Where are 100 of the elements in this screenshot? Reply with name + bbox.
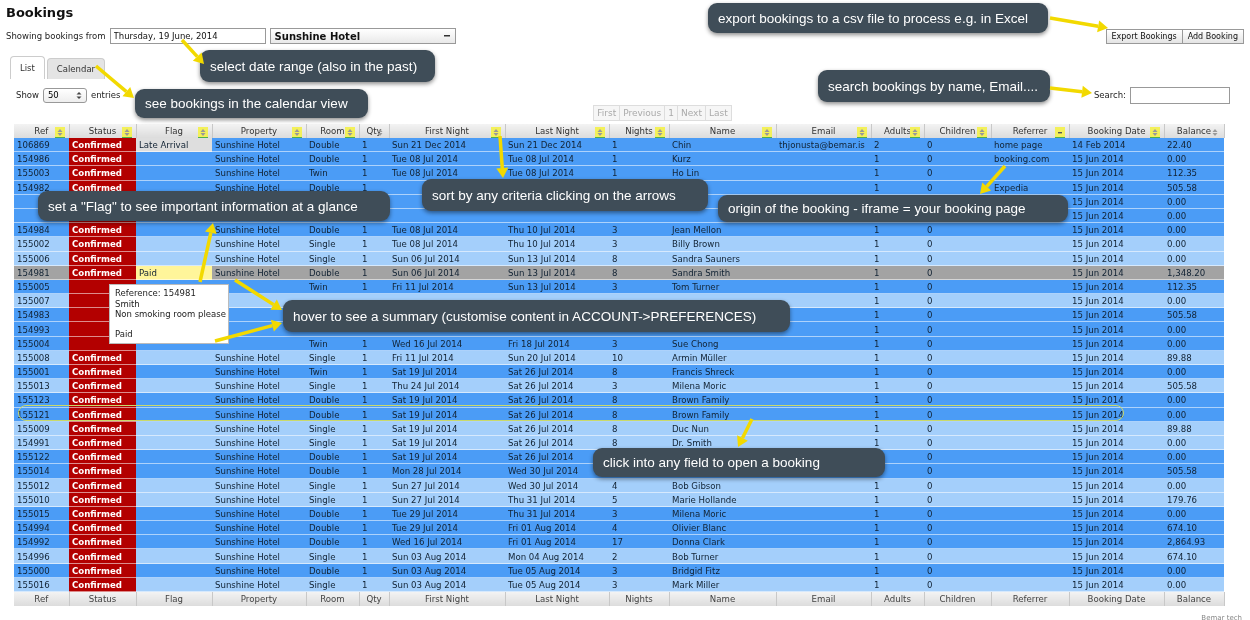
tab[interactable]: Calendar	[46, 58, 106, 79]
sort-icon[interactable]	[909, 127, 920, 138]
table-cell: 0	[924, 563, 991, 578]
column-footer: Booking Date	[1069, 592, 1164, 606]
table-cell: 15 Jun 2014	[1069, 492, 1164, 507]
table-row[interactable]: 154986 Confirmed Sunshine Hotel Double 1 Tue 08 Jul 2014 Tue 08 Jul 2014 1 Kurz 1 0 booking.com 15 Jun 2014 0.00	[14, 152, 1224, 167]
table-cell: Double	[306, 138, 359, 153]
column-header[interactable]: Email	[776, 124, 871, 138]
table-cell: 15 Jun 2014	[1069, 180, 1164, 195]
table-cell: 0.00	[1164, 577, 1224, 592]
table-cell: 8	[609, 251, 669, 266]
table-cell: 15 Jun 2014	[1069, 237, 1164, 252]
annotation-tooltip: set a "Flag" to see important information at a glance	[38, 191, 390, 221]
column-header[interactable]: First Night	[389, 124, 505, 138]
table-cell: Sunshine Hotel	[212, 506, 306, 522]
table-cell: Armin Müller	[669, 350, 776, 365]
table-row[interactable]: 155001 Confirmed Sunshine Hotel Twin 1 Sat 19 Jul 2014 Sat 26 Jul 2014 8 Francis Shreck 1 0 15 Jun 2014 0.00	[14, 365, 1224, 380]
table-row[interactable]: 155002 Confirmed Sunshine Hotel Single 1 Tue 08 Jul 2014 Thu 10 Jul 2014 3 Billy Brown 1 0 15 Jun 2014 0.00	[14, 237, 1224, 252]
column-header[interactable]: Adults	[871, 124, 924, 138]
table-cell: 0.00	[1164, 237, 1224, 252]
table-cell: 15 Jun 2014	[1069, 435, 1164, 451]
table-cell: 3	[609, 237, 669, 252]
table-cell: Sunshine Hotel	[212, 393, 306, 408]
search-field[interactable]	[1130, 86, 1230, 104]
table-cell: Sun 27 Jul 2014	[389, 492, 505, 507]
table-cell: Double	[306, 393, 359, 408]
sort-icon[interactable]	[1054, 127, 1065, 138]
column-header[interactable]: Ref	[14, 124, 69, 138]
column-footer: Last Night	[505, 592, 609, 606]
table-cell: Single	[306, 251, 359, 266]
property-select[interactable]: Sunshine Hotel	[269, 28, 456, 44]
table-cell: 0.00	[1164, 336, 1224, 351]
table-cell: Sun 21 Dec 2014	[505, 138, 609, 153]
table-row[interactable]: 154984 Confirmed Sunshine Hotel Double 1 Tue 08 Jul 2014 Thu 10 Jul 2014 3 Jean Mellon 1 0 15 Jun 2014 0.00	[14, 223, 1224, 238]
tooltip-line: Paid	[115, 328, 134, 339]
table-cell: 15 Jun 2014	[1069, 535, 1164, 550]
table-cell: Sunshine Hotel	[212, 166, 306, 181]
table-cell: 1	[871, 237, 924, 252]
table-cell: Tue 08 Jul 2014	[505, 152, 609, 167]
table-cell: Mon 28 Jul 2014	[389, 464, 505, 479]
table-cell: 8	[609, 265, 669, 280]
column-header[interactable]: Referrer	[991, 124, 1069, 138]
action-button[interactable]: Export Bookings	[1105, 28, 1183, 44]
table-cell: 0	[924, 322, 991, 337]
table-cell: Donna Clark	[669, 535, 776, 550]
table-cell: 15 Jun 2014	[1069, 294, 1164, 309]
table-cell: Sunshine Hotel	[212, 464, 306, 479]
table-cell: 14 Feb 2014	[1069, 138, 1164, 153]
column-header[interactable]: Flag	[136, 124, 212, 138]
table-cell: Sunshine Hotel	[212, 492, 306, 507]
column-header[interactable]: Property	[212, 124, 306, 138]
table-cell: 1	[359, 251, 389, 266]
status-cell: Confirmed	[69, 464, 136, 479]
table-row[interactable]: 154992 Confirmed Sunshine Hotel Double 1 Wed 16 Jul 2014 Fri 01 Aug 2014 17 Donna Clark 1 0 15 Jun 2014 2,864.93	[14, 535, 1224, 550]
table-cell: 15 Jun 2014	[1069, 464, 1164, 479]
column-header[interactable]: Name	[669, 124, 776, 138]
table-cell: 505.58	[1164, 180, 1224, 195]
table-cell: 0	[924, 237, 991, 252]
table-cell: Sat 26 Jul 2014	[505, 393, 609, 408]
table-cell: Tue 29 Jul 2014	[389, 521, 505, 536]
table-cell: 1	[871, 336, 924, 351]
column-header[interactable]: Room	[306, 124, 359, 138]
table-cell: 10	[609, 350, 669, 365]
table-cell: 1	[871, 279, 924, 295]
page-length-select[interactable]: 50	[42, 87, 87, 103]
table-cell: Sunshine Hotel	[212, 521, 306, 536]
status-cell: Confirmed	[69, 549, 136, 564]
column-header[interactable]: Last Night	[505, 124, 609, 138]
action-button[interactable]: Add Booking	[1181, 28, 1244, 44]
column-header[interactable]: Nights	[609, 124, 669, 138]
tab[interactable]: List	[10, 56, 45, 79]
table-cell: 155009	[14, 421, 69, 436]
table-cell: Twin	[306, 279, 359, 295]
table-cell: Double	[306, 535, 359, 550]
annotation-tooltip: origin of the booking - iframe = your booking page	[718, 195, 1068, 222]
table-row[interactable]: 154996 Confirmed Sunshine Hotel Single 1 Sun 03 Aug 2014 Mon 04 Aug 2014 2 Bob Turner 1 0 15 Jun 2014 674.10	[14, 549, 1224, 564]
table-row[interactable]: 154994 Confirmed Sunshine Hotel Double 1 Tue 29 Jul 2014 Fri 01 Aug 2014 4 Olivier Blanc 1 0 15 Jun 2014 674.10	[14, 521, 1224, 536]
column-header[interactable]: Balance	[1164, 124, 1224, 138]
table-cell: 1	[359, 393, 389, 408]
table-cell: Double	[306, 265, 359, 280]
date-field[interactable]: Thursday, 19 June, 2014	[109, 28, 266, 44]
table-cell: Brown Family	[669, 407, 776, 422]
table-cell: Dr. Smith	[669, 435, 776, 451]
table-cell: Sunshine Hotel	[212, 237, 306, 252]
table-cell: 112.35	[1164, 279, 1224, 295]
table-cell: 15 Jun 2014	[1069, 251, 1164, 266]
column-header[interactable]: Booking Date	[1069, 124, 1164, 138]
column-header[interactable]: Status	[69, 124, 136, 138]
table-row[interactable]: 155013 Confirmed Sunshine Hotel Single 1 Thu 24 Jul 2014 Sat 26 Jul 2014 3 Milena Moric 1 0 15 Jun 2014 505.58	[14, 379, 1224, 394]
table-cell: Sunshine Hotel	[212, 138, 306, 153]
table-row[interactable]: 106869 Confirmed Late Arrival Sunshine Hotel Double 1 Sun 21 Dec 2014 Sun 21 Dec 2014 1 Chin thjonusta@bemar.is 2 0 home page 14 Feb 2014 22.40	[14, 138, 1224, 153]
column-header[interactable]: Children	[924, 124, 991, 138]
table-cell: Sun 03 Aug 2014	[389, 577, 505, 592]
table-cell: 155016	[14, 577, 69, 592]
status-cell: Confirmed	[69, 535, 136, 550]
column-footer: Name	[669, 592, 776, 606]
table-cell: Thu 10 Jul 2014	[505, 223, 609, 238]
table-cell: 1	[359, 563, 389, 578]
table-row[interactable]: 155003 Confirmed Sunshine Hotel Twin 1 Tue 08 Jul 2014 Tue 08 Jul 2014 1 Ho Lin 1 0 15 Jun 2014 112.35	[14, 166, 1224, 181]
table-cell: Sat 19 Jul 2014	[389, 393, 505, 408]
